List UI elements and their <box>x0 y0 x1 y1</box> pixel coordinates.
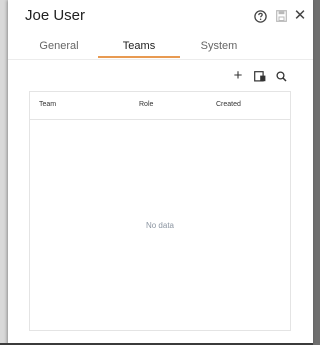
help-icon[interactable] <box>252 8 268 24</box>
table-header: Team Role Created <box>30 92 290 120</box>
save-icon[interactable] <box>273 8 289 24</box>
teams-table: Team Role Created No data <box>29 91 291 331</box>
tab-general[interactable]: General <box>28 40 90 52</box>
tab-system[interactable]: System <box>188 40 250 52</box>
background-page-strip <box>0 0 8 345</box>
export-icon[interactable] <box>253 69 267 83</box>
tabs-divider <box>8 59 313 60</box>
tab-teams[interactable]: Teams <box>108 40 170 52</box>
close-icon[interactable]: ✕ <box>292 8 308 24</box>
tab-bar: General Teams System <box>8 34 313 60</box>
active-tab-indicator <box>98 56 180 58</box>
search-icon[interactable] <box>274 69 288 83</box>
user-dialog: Joe User ✕ General Teams System + Team R… <box>8 0 313 345</box>
dialog-title: Joe User <box>25 7 86 24</box>
column-header-created[interactable]: Created <box>216 101 241 108</box>
add-button[interactable]: + <box>231 68 245 83</box>
column-header-role[interactable]: Role <box>139 101 153 108</box>
empty-state-text: No data <box>145 221 175 230</box>
dialog-header: Joe User ✕ <box>8 0 313 34</box>
column-header-team[interactable]: Team <box>39 101 56 108</box>
